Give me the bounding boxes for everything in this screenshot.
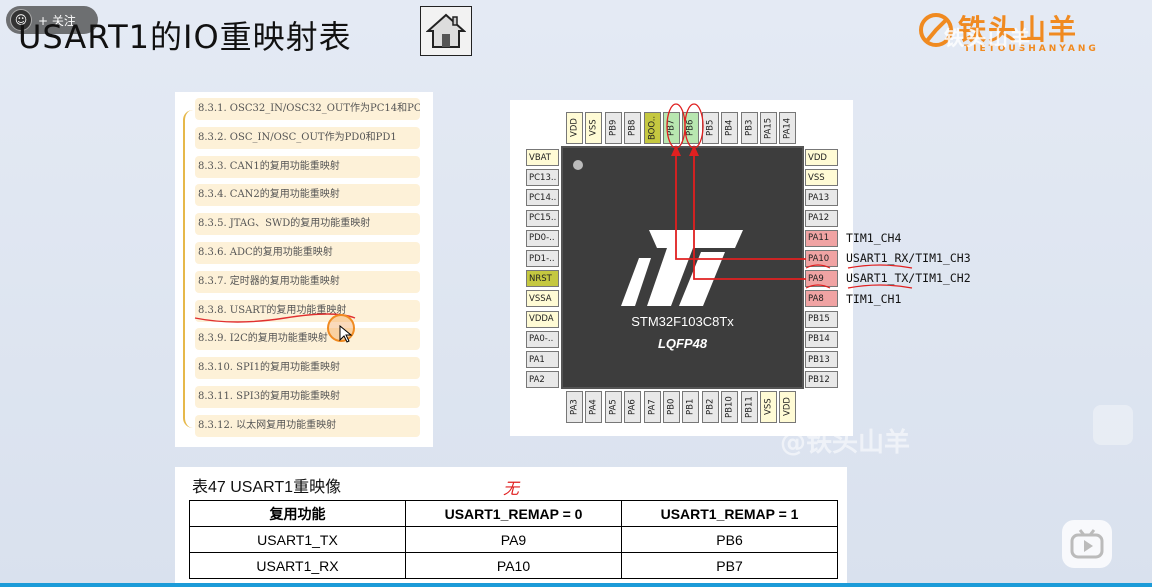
pin: PA11 xyxy=(805,229,838,247)
play-button[interactable] xyxy=(1062,520,1112,568)
pin: PA2 xyxy=(526,371,559,389)
chip-package: LQFP48 xyxy=(657,336,708,351)
table-cell: USART1_RX xyxy=(189,552,406,579)
pin: PA8 xyxy=(805,290,838,308)
table-header: USART1_REMAP = 1 xyxy=(621,500,838,527)
pin: PA10 xyxy=(805,250,838,267)
pin: PB9 xyxy=(604,112,622,144)
pin: PD0-.. xyxy=(526,229,559,247)
pin: PB7 xyxy=(663,112,680,144)
pin: VDD xyxy=(566,112,583,144)
pin: PA14 xyxy=(779,112,797,144)
pin: PC14.. xyxy=(526,189,559,207)
table-cell: PA10 xyxy=(405,552,622,579)
home-button[interactable] xyxy=(420,6,472,56)
pin: VSS xyxy=(585,112,603,144)
slide: ☺ + 关注 USART1的IO重映射表 铁头山羊 TIETOUSHANYANG… xyxy=(0,0,1152,587)
pin: PB14 xyxy=(805,330,838,348)
pin: PA7 xyxy=(643,391,661,423)
pin: PB13 xyxy=(805,351,838,368)
pin: PB2 xyxy=(701,391,719,423)
pin: PA15 xyxy=(760,112,777,144)
watermark: 铁头山羊 xyxy=(944,26,1032,50)
pin: PA6 xyxy=(624,391,642,423)
pin: PB0 xyxy=(663,391,680,423)
pin: PB5 xyxy=(701,112,719,144)
table-cell: PA9 xyxy=(405,526,622,553)
pin: PC13.. xyxy=(526,169,559,187)
watermark-2: @铁头山羊 xyxy=(780,428,911,458)
table-cell: USART1_TX xyxy=(189,526,406,553)
pin: PB3 xyxy=(740,112,758,144)
pin: PB8 xyxy=(624,112,642,144)
pin: PB6 xyxy=(682,112,700,144)
pin: PB10 xyxy=(721,391,739,423)
pin: PB12 xyxy=(805,371,838,389)
pin: PB11 xyxy=(740,391,758,423)
pin: PA5 xyxy=(604,391,622,423)
pin: PA9 xyxy=(805,270,838,288)
pin: PA1 xyxy=(526,351,559,368)
pin: VSS xyxy=(805,169,838,187)
pin: NRST xyxy=(526,270,559,288)
pin: PA13 xyxy=(805,189,838,207)
chip-body: STM32F103C8Tx LQFP48 xyxy=(561,146,804,389)
signal-label: TIM1_CH1 xyxy=(846,291,902,306)
pin: VDDA xyxy=(526,310,559,328)
table-header: 复用功能 xyxy=(189,500,406,527)
remap-table: 复用功能 USART1_REMAP = 0 USART1_REMAP = 1 U… xyxy=(189,500,838,579)
page-title: USART1的IO重映射表 xyxy=(18,18,352,56)
signal-label: TIM1_CH4 xyxy=(846,231,902,245)
progress-bar[interactable] xyxy=(0,583,1152,587)
pin: PA3 xyxy=(566,391,583,423)
home-icon xyxy=(426,13,466,48)
pin1-marker xyxy=(573,160,583,170)
pin: PB4 xyxy=(721,112,739,144)
pin: VDD xyxy=(779,391,797,423)
side-control[interactable] xyxy=(1093,405,1133,445)
brand-logo: 铁头山羊 TIETOUSHANYANG 铁头山羊 xyxy=(918,8,1118,58)
pin: PB1 xyxy=(682,391,700,423)
table-header: USART1_REMAP = 0 xyxy=(405,500,622,527)
pin: PA12 xyxy=(805,209,838,227)
pin: VBAT xyxy=(526,149,559,166)
pin: BOO.. xyxy=(643,112,661,144)
mouse-cursor-icon xyxy=(339,325,353,343)
pin: VDD xyxy=(805,149,838,166)
table-cell: PB6 xyxy=(621,526,838,553)
handwritten-annotation: 无 xyxy=(503,479,520,498)
pin: PA0-.. xyxy=(526,330,559,348)
pin: VSSA xyxy=(526,290,559,308)
play-tv-icon xyxy=(1070,529,1104,559)
toc-panel: 8.3.1. OSC32_IN/OSC32_OUT作为PC14和PC15 8.3.… xyxy=(175,92,433,447)
signal-label: USART1_TX/TIM1_CH2 xyxy=(846,271,971,286)
pin: PB15 xyxy=(805,310,838,328)
pin: VSS xyxy=(760,391,777,423)
signal-label: USART1_RX/TIM1_CH3 xyxy=(846,251,971,266)
table-cell: PB7 xyxy=(621,552,838,579)
table-row: USART1_TX PA9 PB6 xyxy=(189,526,838,553)
table-row: USART1_RX PA10 PB7 xyxy=(189,552,838,579)
table-caption: 表47 USART1重映像 xyxy=(192,479,342,496)
remap-table-panel: 表47 USART1重映像 无 复用功能 USART1_REMAP = 0 US… xyxy=(175,467,847,585)
annotation-marks xyxy=(194,313,356,342)
pin: PA4 xyxy=(585,391,603,423)
pin: PD1-.. xyxy=(526,250,559,267)
pin: PC15.. xyxy=(526,209,559,227)
st-logo-icon xyxy=(621,230,743,306)
chip-part-number: STM32F103C8Tx xyxy=(631,314,734,329)
